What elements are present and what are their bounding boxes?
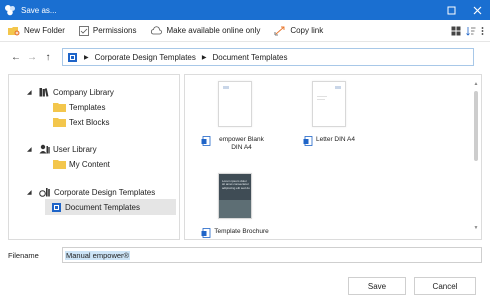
file-item-template-brochure[interactable]: Lorem ipsum dolor sit amet consectetur a… <box>199 173 271 238</box>
tree-item-my-content[interactable]: My Content <box>53 157 110 171</box>
toolbar: New Folder Permissions Make available on… <box>0 20 490 42</box>
more-icon[interactable] <box>481 26 484 36</box>
expand-toggle[interactable]: ◢ <box>27 146 35 153</box>
filename-row: Filename Manual empower® <box>8 247 482 263</box>
expand-toggle[interactable]: ◢ <box>27 89 35 96</box>
up-arrow-icon[interactable]: ↑ <box>40 52 56 63</box>
brochure-cover-text: Lorem ipsum dolor sit amet consectetur a… <box>222 179 250 190</box>
filename-input[interactable]: Manual empower® <box>62 247 482 263</box>
file-list[interactable]: empower Blank DIN A4 Letter DIN A4 Lorem… <box>184 74 482 240</box>
file-thumbnail <box>312 81 346 127</box>
cloud-icon <box>151 26 163 35</box>
filename-label: Filename <box>8 250 39 260</box>
expand-toggle[interactable]: ◢ <box>27 189 35 196</box>
breadcrumb[interactable]: ▶ Corporate Design Templates ▶ Document … <box>62 48 474 66</box>
scrollbar[interactable]: ▲ ▼ <box>473 81 479 231</box>
scrollbar-thumb[interactable] <box>474 91 478 161</box>
forward-arrow-icon[interactable]: → <box>24 52 40 63</box>
cancel-button[interactable]: Cancel <box>414 277 476 295</box>
tree-item-corporate-design-templates[interactable]: ◢ Corporate Design Templates <box>27 185 155 199</box>
copy-link-label: Copy link <box>290 26 324 35</box>
tree-label: Corporate Design Templates <box>54 187 156 197</box>
permissions-button[interactable]: Permissions <box>79 25 137 36</box>
copy-link-button[interactable]: Copy link <box>274 26 323 36</box>
tree-item-text-blocks[interactable]: Text Blocks <box>53 115 109 129</box>
permissions-icon <box>79 25 89 36</box>
folder-icon <box>53 118 66 127</box>
file-name: Template Brochure <box>214 228 269 235</box>
navigation-bar: ← → ↑ ▶ Corporate Design Templates ▶ Doc… <box>0 44 490 70</box>
minimize-icon[interactable] <box>438 0 464 20</box>
tree-label: Company Library <box>53 87 114 97</box>
corporate-library-icon <box>39 188 50 197</box>
folder-icon <box>53 160 66 169</box>
app-icon <box>5 5 15 16</box>
breadcrumb-separator: ▶ <box>84 54 89 61</box>
folder-icon <box>53 103 66 112</box>
breadcrumb-separator: ▶ <box>201 54 207 61</box>
title-bar: Save as... <box>0 0 490 20</box>
file-item-letter-din-a4[interactable]: Letter DIN A4 <box>293 81 365 146</box>
user-library-icon <box>39 144 50 154</box>
back-arrow-icon[interactable]: ← <box>8 52 24 63</box>
new-folder-button[interactable]: New Folder <box>8 26 65 36</box>
tree-label: My Content <box>69 159 110 169</box>
file-name: empower Blank DIN A4 <box>219 136 264 151</box>
tree-label: Text Blocks <box>69 117 110 127</box>
new-folder-label: New Folder <box>24 26 65 35</box>
document-icon <box>303 136 313 146</box>
folder-tree[interactable]: ◢ Company Library Templates Text Blocks … <box>8 74 180 240</box>
tree-item-company-library[interactable]: ◢ Company Library <box>27 85 114 99</box>
make-online-button[interactable]: Make available online only <box>150 26 260 35</box>
tree-label: Document Templates <box>65 202 140 212</box>
location-icon <box>68 52 77 62</box>
scroll-up-icon[interactable]: ▲ <box>473 81 479 87</box>
tree-label: Templates <box>69 102 106 112</box>
filename-value[interactable]: Manual empower® <box>65 250 131 260</box>
library-icon <box>39 88 49 97</box>
tree-label: User Library <box>53 144 97 154</box>
permissions-label: Permissions <box>92 26 137 35</box>
scroll-down-icon[interactable]: ▼ <box>473 225 479 231</box>
breadcrumb-item-document-templates[interactable]: Document Templates <box>213 53 288 62</box>
breadcrumb-item-corporate-design-templates[interactable]: Corporate Design Templates <box>95 53 196 62</box>
document-icon <box>201 228 211 238</box>
tree-item-document-templates[interactable]: Document Templates <box>45 199 176 215</box>
close-icon[interactable] <box>464 0 490 20</box>
sort-icon[interactable] <box>466 26 476 36</box>
view-mode-icon[interactable] <box>451 26 461 36</box>
file-thumbnail: Lorem ipsum dolor sit amet consectetur a… <box>218 173 252 219</box>
make-online-label: Make available online only <box>166 26 261 35</box>
file-thumbnail <box>218 81 252 127</box>
save-button[interactable]: Save <box>348 277 406 295</box>
file-name: Letter DIN A4 <box>315 136 356 143</box>
copy-link-icon <box>274 26 285 35</box>
window-title: Save as... <box>21 5 57 15</box>
new-folder-icon <box>8 26 20 35</box>
tree-item-templates[interactable]: Templates <box>53 100 105 114</box>
file-item-empower-blank-din-a4[interactable]: empower Blank DIN A4 <box>199 81 271 152</box>
tree-item-user-library[interactable]: ◢ User Library <box>27 142 97 156</box>
document-icon <box>201 136 210 146</box>
location-icon <box>52 202 61 212</box>
